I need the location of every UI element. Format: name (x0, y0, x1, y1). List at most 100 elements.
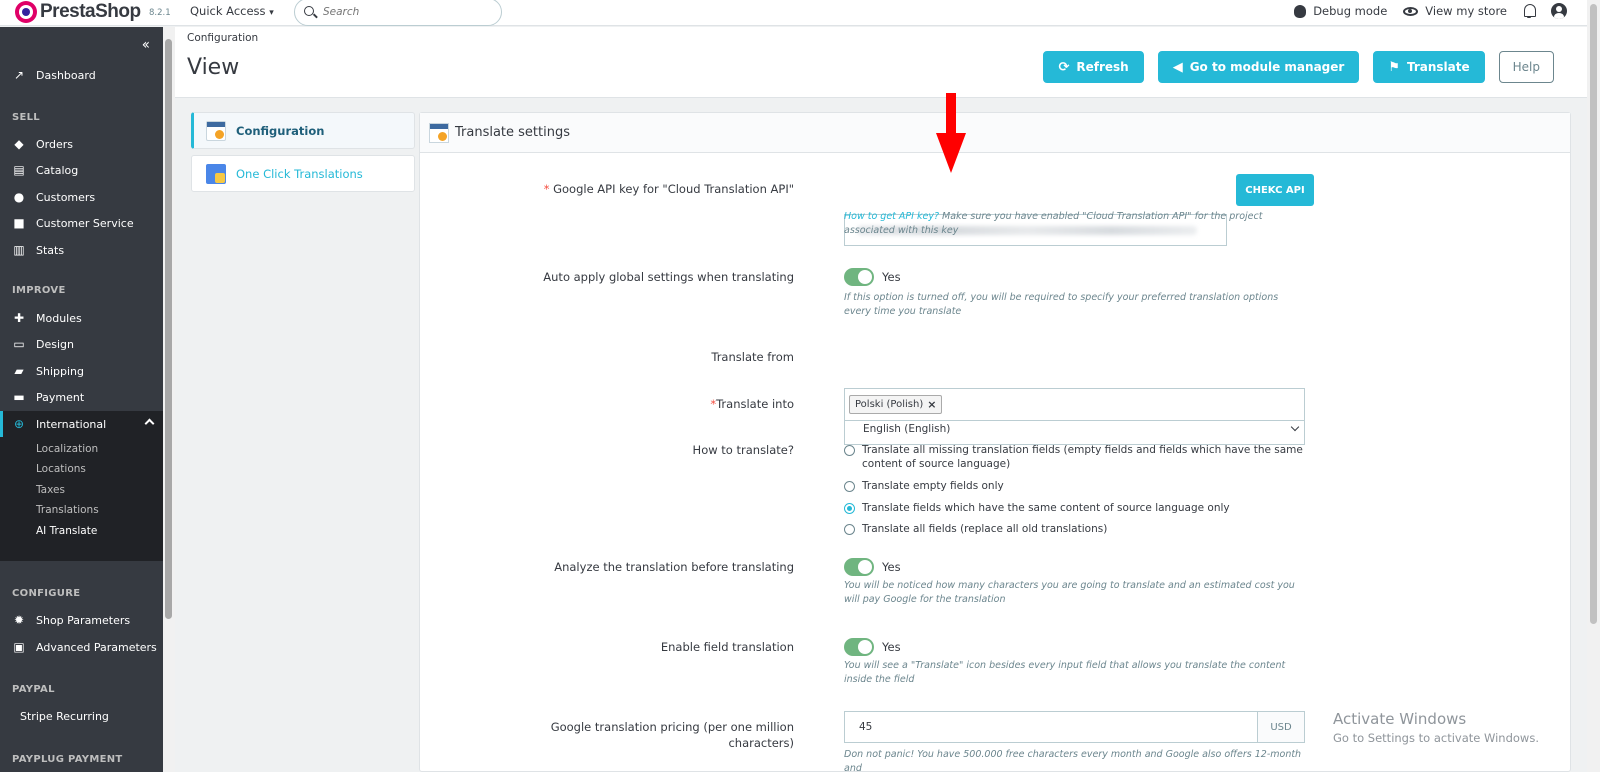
how-to-get-api-key-link[interactable]: How to get API key? (844, 211, 939, 222)
prestashop-logo[interactable]: PrestaShop (15, 1, 141, 23)
collapse-sidebar-icon[interactable]: ‹‹ (142, 37, 150, 53)
section-improve: IMPROVE (12, 285, 66, 296)
translate-into-tags[interactable]: Polski (Polish) × (844, 388, 1305, 421)
search-box[interactable] (294, 0, 502, 26)
sidebar-item-catalog[interactable]: ▤ Catalog (0, 157, 163, 183)
submenu-ai-translate[interactable]: AI Translate (36, 525, 97, 537)
sidebar-item-international[interactable]: ⊕ International (0, 411, 163, 437)
radio-translate-missing[interactable]: Translate all missing translation fields… (844, 443, 1304, 471)
view-store-link[interactable]: View my store (1403, 4, 1507, 18)
breadcrumb[interactable]: Configuration (187, 32, 258, 44)
sidebar-item-label: Stripe Recurring (20, 709, 109, 723)
radio-button[interactable] (844, 445, 855, 456)
tab-label: Configuration (236, 123, 325, 138)
sidebar-item-customer-service[interactable]: ■ Customer Service (0, 210, 163, 236)
submenu-translations[interactable]: Translations (36, 504, 99, 516)
sidebar-item-orders[interactable]: ◆ Orders (0, 131, 163, 157)
radio-translate-all[interactable]: Translate all fields (replace all old tr… (844, 522, 1304, 536)
pricing-input[interactable]: 45 (845, 712, 1257, 742)
submenu-taxes[interactable]: Taxes (36, 484, 65, 496)
flag-icon: ⚑ (1388, 59, 1400, 75)
refresh-icon: ⟳ (1058, 59, 1070, 75)
chevron-down-icon (1290, 422, 1300, 432)
sidebar-item-payment[interactable]: ▬ Payment (0, 384, 163, 410)
sidebar-item-label: Design (36, 337, 74, 351)
sidebar-item-label: Modules (36, 311, 82, 325)
radio-label: Translate all missing translation fields… (862, 444, 1303, 470)
currency-addon: USD (1257, 712, 1304, 742)
auto-apply-help: If this option is turned off, you will b… (844, 292, 1279, 317)
sidebar-item-design[interactable]: ▭ Design (0, 331, 163, 357)
tab-configuration[interactable]: Configuration (191, 112, 415, 149)
radio-translate-same-content[interactable]: Translate fields which have the same con… (844, 501, 1304, 515)
window-scrollbar[interactable] (1587, 0, 1600, 772)
account-user-icon[interactable] (1551, 3, 1567, 19)
switch-value: Yes (882, 270, 901, 284)
module-manager-button[interactable]: ◀ Go to module manager (1157, 51, 1360, 83)
sidebar-item-shop-parameters[interactable]: ✹ Shop Parameters (0, 607, 163, 633)
settings-applications-icon: ▣ (13, 640, 25, 654)
debug-mode-link[interactable]: Debug mode (1294, 4, 1387, 18)
submenu-locations[interactable]: Locations (36, 463, 86, 475)
translate-button[interactable]: ⚑ Translate (1373, 51, 1485, 83)
sidebar-item-customers[interactable]: ● Customers (0, 184, 163, 210)
sidebar-item-stripe-recurring[interactable]: Stripe Recurring (0, 703, 163, 729)
help-button[interactable]: Help (1498, 51, 1554, 83)
switch-value: Yes (882, 640, 901, 654)
analyze-switch[interactable]: Yes (844, 558, 901, 576)
radio-translate-empty[interactable]: Translate empty fields only (844, 479, 1304, 493)
sidebar-scrollbar-thumb[interactable] (165, 39, 172, 619)
sidebar-item-label: Shipping (36, 364, 84, 378)
search-input[interactable] (323, 6, 493, 18)
sidebar-item-label: International (36, 417, 107, 431)
notifications-bell-icon[interactable] (1523, 4, 1536, 18)
credit-card-icon: ▬ (13, 390, 25, 404)
pricing-input-group: 45 USD (844, 711, 1305, 743)
trending-up-icon: ↗ (13, 68, 25, 82)
sidebar: ‹‹ ↗ Dashboard SELL ◆ Orders ▤ Catalog ●… (0, 27, 163, 772)
version-label: 8.2.1 (149, 8, 171, 18)
radio-button[interactable] (844, 524, 855, 535)
radio-button[interactable] (844, 481, 855, 492)
analyze-label: Analyze the translation before translati… (554, 560, 794, 574)
auto-apply-switch[interactable]: Yes (844, 268, 901, 286)
sidebar-item-dashboard[interactable]: ↗ Dashboard (0, 62, 163, 88)
sidebar-item-advanced-parameters[interactable]: ▣ Advanced Parameters (0, 634, 163, 660)
switch-track[interactable] (844, 268, 874, 286)
sidebar-item-modules[interactable]: ✚ Modules (0, 305, 163, 331)
section-configure: CONFIGURE (12, 588, 81, 599)
sidebar-scrollbar[interactable] (163, 27, 175, 772)
switch-track[interactable] (844, 558, 874, 576)
red-arrow-annotation-icon (936, 93, 966, 173)
pricing-help: Don not panic! You have 500.000 free cha… (844, 749, 1302, 772)
puzzle-icon: ✚ (13, 311, 25, 325)
quick-access-dropdown[interactable]: Quick Access ▾ (190, 4, 274, 18)
sidebar-item-label: Shop Parameters (36, 613, 131, 627)
page-header: Configuration View ⟳ Refresh ◀ Go to mod… (175, 27, 1587, 98)
watermark-line2: Go to Settings to activate Windows. (1333, 731, 1539, 745)
view-store-label: View my store (1425, 4, 1507, 18)
check-api-button[interactable]: CHEKC API (1236, 174, 1314, 206)
refresh-button[interactable]: ⟳ Refresh (1043, 51, 1144, 83)
submenu-localization[interactable]: Localization (36, 443, 98, 455)
field-translation-help: You will see a "Translate" icon besides … (844, 660, 1286, 685)
remove-tag-icon[interactable]: × (927, 398, 936, 411)
sidebar-item-label: Customer Service (36, 216, 134, 230)
translate-into-label: *Translate into (710, 397, 794, 411)
tab-label: One Click Translations (236, 166, 363, 181)
sidebar-item-shipping[interactable]: ▰ Shipping (0, 358, 163, 384)
basket-icon: ◆ (14, 137, 24, 151)
radio-label: Translate empty fields only (862, 480, 1004, 492)
switch-value: Yes (882, 560, 901, 574)
switch-track[interactable] (844, 638, 874, 656)
sidebar-item-stats[interactable]: ▥ Stats (0, 237, 163, 263)
panel-header: Translate settings (420, 113, 1570, 153)
field-translation-switch[interactable]: Yes (844, 638, 901, 656)
api-key-help: How to get API key? Make sure you have e… (844, 210, 1304, 238)
window-scrollbar-thumb[interactable] (1590, 4, 1597, 624)
field-translation-label: Enable field translation (660, 640, 794, 654)
tab-one-click-translations[interactable]: One Click Translations (191, 155, 415, 192)
how-to-translate-label: How to translate? (692, 443, 794, 457)
radio-button-selected[interactable] (844, 503, 855, 514)
language-tag: Polski (Polish) × (849, 395, 943, 414)
